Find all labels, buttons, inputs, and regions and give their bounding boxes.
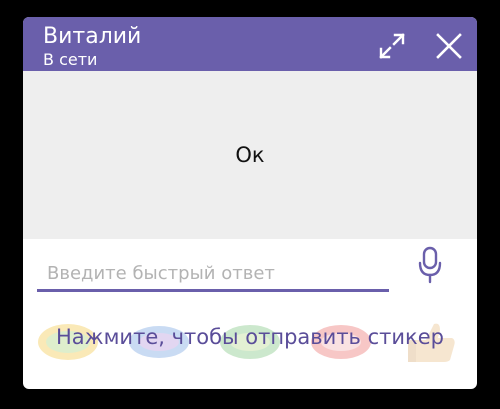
microphone-button[interactable] [415,245,445,285]
online-status: В сети [43,50,98,69]
microphone-icon [418,246,442,284]
quick-reply-dialog: Виталий В сети Ок Введите быстрый ответ … [23,17,477,389]
contact-name: Виталий [43,24,142,49]
message-preview: Ок [23,71,477,239]
quick-reply-input[interactable] [37,253,389,289]
dialog-header: Виталий В сети [23,17,477,71]
quick-reply-field [37,253,389,292]
close-icon [436,33,462,59]
expand-button[interactable] [375,29,409,63]
send-sticker-hint[interactable]: Нажмите, чтобы отправить стикер [23,325,477,349]
expand-icon [379,33,405,59]
close-button[interactable] [432,29,466,63]
message-text: Ок [235,143,265,167]
